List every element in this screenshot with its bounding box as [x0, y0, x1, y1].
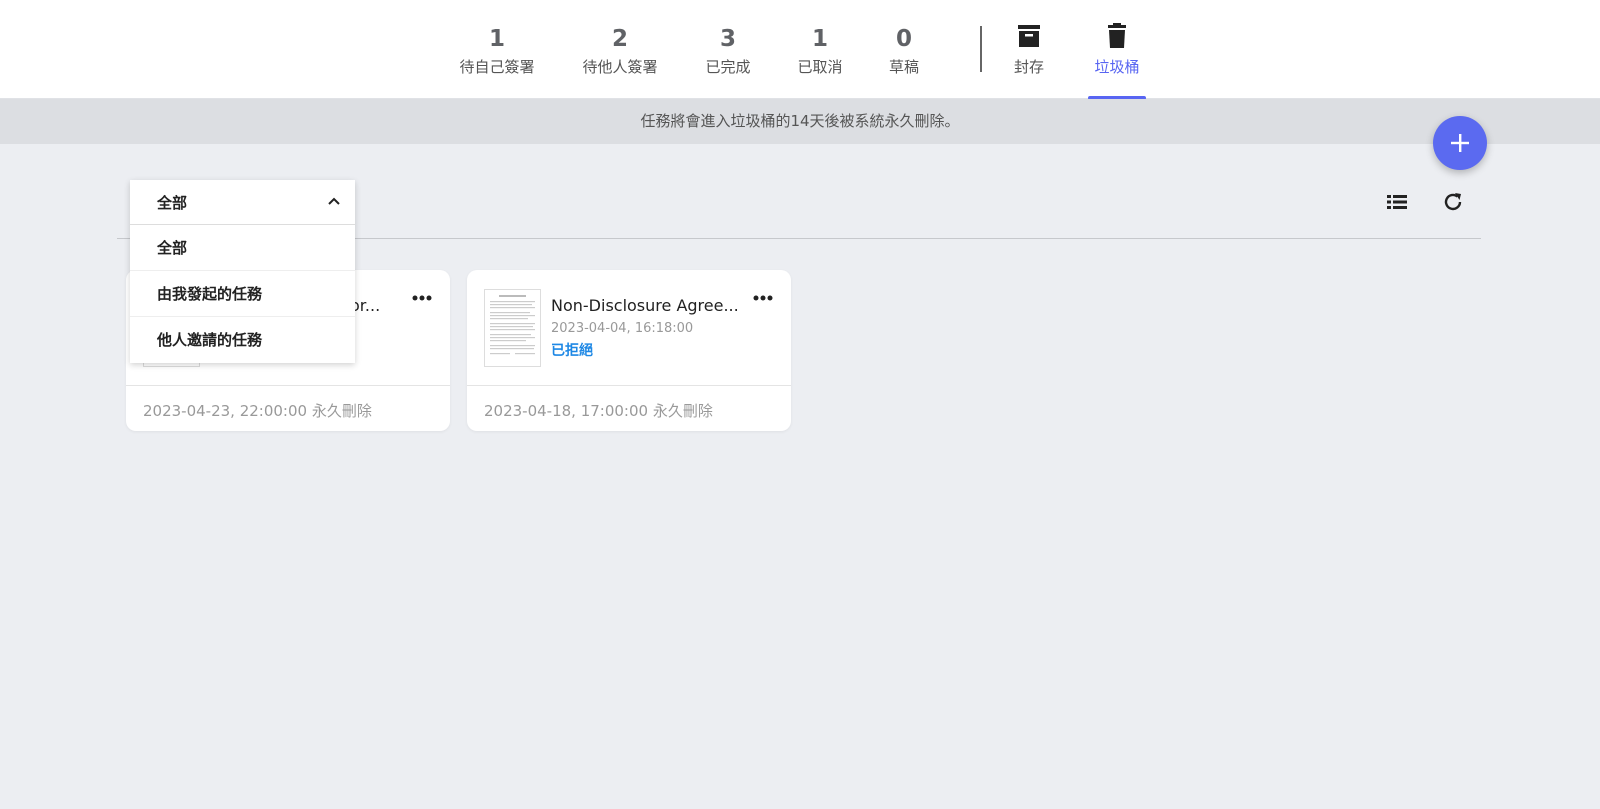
tab-count: 0	[895, 26, 912, 52]
tab-count: 1	[488, 26, 505, 52]
tab-completed[interactable]: 3 已完成	[704, 22, 752, 78]
tab-pending-others[interactable]: 2 待他人簽署	[581, 22, 659, 78]
filter-select[interactable]: 全部	[130, 180, 355, 225]
more-options-icon[interactable]	[410, 288, 434, 308]
tab-label: 垃圾桶	[1094, 58, 1140, 76]
plus-icon	[1451, 134, 1469, 152]
tab-pending-self[interactable]: 1 待自己簽署	[458, 22, 536, 78]
tab-divider	[980, 26, 982, 72]
document-thumbnail	[484, 289, 541, 367]
chevron-up-icon	[328, 197, 340, 205]
top-tab-bar: 1 待自己簽署 2 待他人簽署 3 已完成 1 已取消 0 草稿 封存 垃圾桶	[0, 0, 1600, 100]
list-view-icon[interactable]	[1385, 190, 1409, 214]
card-title: Non-Disclosure Agree...	[551, 296, 739, 315]
trash-notice: 任務將會進入垃圾桶的14天後被系統永久刪除。	[0, 99, 1600, 144]
trash-icon	[1088, 22, 1146, 56]
tab-label: 封存	[1013, 58, 1044, 76]
tab-drafts[interactable]: 0 草稿	[888, 22, 920, 78]
card-delete-date: 2023-04-23, 22:00:00 永久刪除	[143, 402, 372, 420]
tab-count: 2	[611, 26, 628, 52]
card-date: 2023-04-04, 16:18:00	[551, 321, 694, 336]
tab-trash[interactable]: 垃圾桶	[1088, 22, 1146, 100]
filter-option-mine[interactable]: 由我發起的任務	[130, 271, 355, 317]
tab-label: 已取消	[797, 58, 843, 76]
tab-label: 已完成	[705, 58, 751, 76]
archive-icon	[1012, 22, 1046, 56]
filter-option-all[interactable]: 全部	[130, 225, 355, 271]
filter-dropdown: 全部 全部 由我發起的任務 他人邀請的任務	[130, 180, 355, 363]
tab-count: 3	[719, 26, 736, 52]
refresh-icon[interactable]	[1441, 190, 1465, 214]
status-badge: 已拒絕	[551, 343, 593, 359]
task-card[interactable]: Non-Disclosure Agree... 2023-04-04, 16:1…	[467, 270, 791, 431]
tab-label: 待自己簽署	[459, 58, 535, 76]
filter-option-invited[interactable]: 他人邀請的任務	[130, 317, 355, 363]
add-task-button[interactable]	[1433, 116, 1487, 170]
more-options-icon[interactable]	[751, 288, 775, 308]
tab-label: 待他人簽署	[582, 58, 658, 76]
card-divider	[467, 385, 791, 386]
card-divider	[126, 385, 450, 386]
tab-cancelled[interactable]: 1 已取消	[796, 22, 844, 78]
card-delete-date: 2023-04-18, 17:00:00 永久刪除	[484, 402, 713, 420]
filter-selected-value: 全部	[157, 194, 188, 212]
tab-archive[interactable]: 封存	[1012, 22, 1046, 78]
tab-count: 1	[811, 26, 828, 52]
tab-label: 草稿	[888, 58, 919, 76]
